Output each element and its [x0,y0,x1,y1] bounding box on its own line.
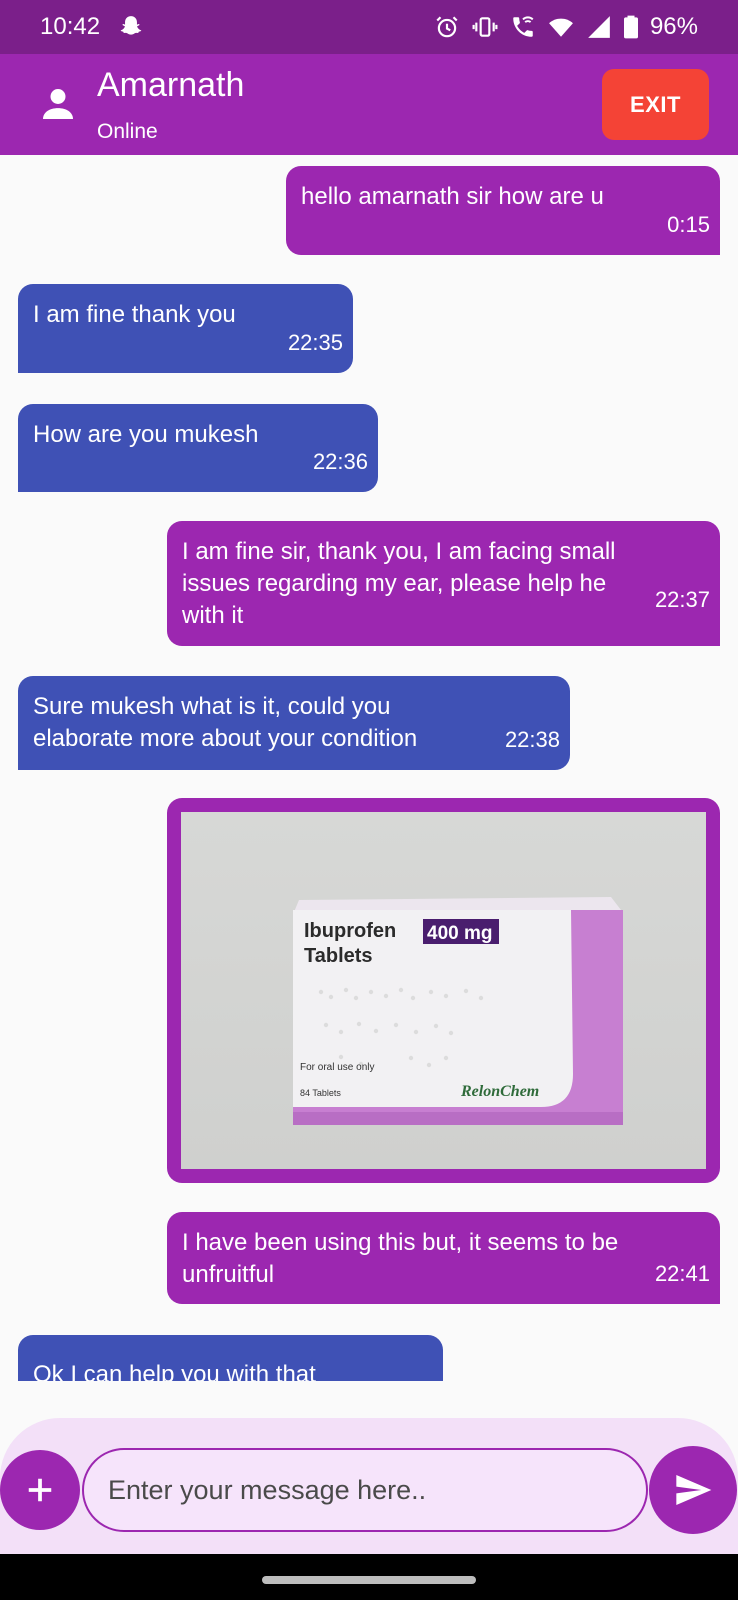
message-text: hello amarnath sir how are u [301,183,604,210]
add-attachment-button[interactable] [0,1450,80,1530]
message-text: Sure mukesh what is it, could you elabor… [33,693,418,752]
exit-button[interactable]: EXIT [602,69,709,140]
message-text: Ok I can help you with that [33,1361,316,1381]
message-text: I have been using this but, it seems to … [182,1229,619,1288]
person-icon[interactable] [38,84,78,124]
message-time: 22:38 [504,727,560,752]
message-time: 22:35 [287,330,343,355]
medicine-photo[interactable]: Ibuprofen 400 mg Tablets For oral use on… [181,812,706,1169]
send-button[interactable] [649,1446,737,1534]
medicine-box-image: Ibuprofen 400 mg Tablets For oral use on… [293,897,623,1125]
message-bubble-outgoing[interactable]: I am fine sir, thank you, I am facing sm… [167,521,720,646]
product-count: 84 Tablets [300,1088,341,1098]
send-icon [676,1475,712,1505]
product-name: Ibuprofen [304,920,396,942]
message-time: 22:41 [654,1261,710,1286]
message-time: 0:15 [667,212,710,237]
home-gesture-handle[interactable] [262,1576,476,1584]
vibrate-icon [472,17,498,37]
message-bubble-outgoing[interactable]: hello amarnath sir how are u 0:15 [286,166,720,255]
message-list[interactable]: hello amarnath sir how are u 0:15 I am f… [0,155,738,1381]
snapchat-icon [120,16,142,35]
product-brand: RelonChem [460,1083,539,1100]
message-input[interactable] [82,1448,648,1532]
battery-icon [623,15,638,39]
message-time: 22:36 [312,449,368,474]
chat-screen: 10:42 96% Amarnath Online EXIT hello ama… [0,0,738,1600]
plus-icon [28,1478,52,1502]
message-bubble-incoming[interactable]: How are you mukesh 22:36 [18,404,378,492]
wifi-icon [549,18,573,37]
message-composer [0,1418,738,1554]
message-time: 22:37 [654,587,710,612]
system-nav-bar [0,1554,738,1600]
chat-header: Amarnath Online EXIT [0,54,738,155]
message-text: I am fine sir, thank you, I am facing sm… [182,538,616,629]
product-usage: For oral use only [300,1062,374,1073]
product-form: Tablets [304,945,373,967]
message-bubble-outgoing[interactable]: I have been using this but, it seems to … [167,1212,720,1304]
product-dose: 400 mg [427,923,492,944]
contact-name: Amarnath [97,66,245,104]
message-bubble-incoming[interactable]: Ok I can help you with that [18,1335,443,1381]
battery-percent: 96% [649,13,698,40]
message-bubble-incoming[interactable]: Sure mukesh what is it, could you elabor… [18,676,570,770]
signal-icon [588,16,610,38]
status-time: 10:42 [40,13,101,40]
status-bar: 10:42 96% [0,0,738,54]
image-message[interactable]: Ibuprofen 400 mg Tablets For oral use on… [167,798,720,1183]
alarm-icon [436,16,458,38]
contact-status: Online [97,120,158,143]
message-bubble-incoming[interactable]: I am fine thank you 22:35 [18,284,353,373]
wifi-call-icon [513,16,534,37]
